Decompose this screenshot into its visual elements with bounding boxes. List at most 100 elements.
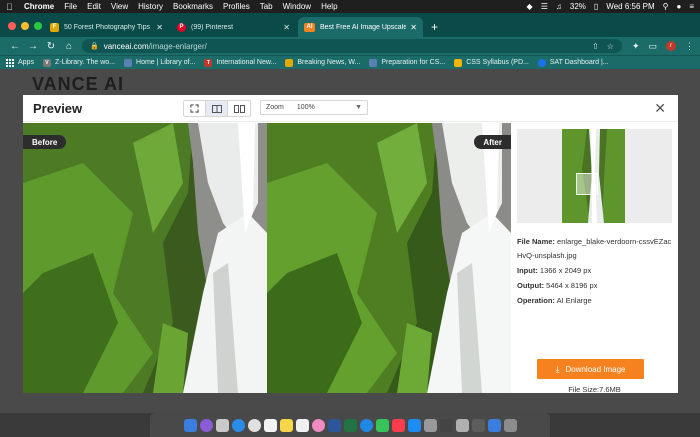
sidebar-icon[interactable]: ▭ (649, 41, 658, 52)
back-arrow-icon[interactable]: ← (6, 41, 24, 52)
system-preferences-icon[interactable] (423, 418, 437, 432)
siri-icon[interactable]: ● (676, 2, 681, 11)
waterfall-photo-after (267, 123, 511, 393)
bookmark-zlibrary[interactable]: V Z-Library. The wo... (42, 58, 115, 67)
more-menu-icon[interactable]: ⋮ (685, 41, 694, 52)
terminal-icon[interactable] (439, 418, 453, 432)
comparison-canvas[interactable]: Before After (23, 123, 511, 393)
clock[interactable]: Wed 6:56 PM (606, 2, 654, 11)
navigator-thumbnail[interactable] (562, 129, 625, 223)
viewport-selection-box[interactable] (576, 173, 598, 195)
app-store-icon[interactable] (407, 418, 421, 432)
tab-strip: F 50 Forest Photography Tips fo ✕ P (99)… (0, 13, 700, 37)
after-image (267, 123, 511, 393)
close-tab-icon[interactable]: ✕ (283, 23, 290, 32)
side-by-side-icon (233, 104, 245, 113)
home-icon[interactable]: ⌂ (60, 41, 78, 52)
volume-icon[interactable]: ♫ (556, 2, 562, 11)
bookmark-sat-dashboard[interactable]: SAT Dashboard |... (537, 58, 609, 67)
share-icon[interactable]: ⇧ (592, 42, 599, 51)
close-tab-icon[interactable]: ✕ (410, 23, 417, 32)
menu-history[interactable]: History (138, 2, 163, 11)
menu-tab[interactable]: Tab (260, 2, 273, 11)
chevron-down-icon: ▼ (355, 104, 362, 111)
profile-avatar[interactable]: r (666, 41, 677, 51)
menu-help[interactable]: Help (321, 2, 337, 11)
macos-menu-bar:  Chrome File Edit View History Bookmark… (0, 0, 700, 13)
site-logo: VANCE AI (32, 74, 125, 94)
menu-view[interactable]: View (111, 2, 128, 11)
bookmark-breaking-news[interactable]: Breaking News, W... (285, 58, 360, 67)
search-icon[interactable]: ⚲ (663, 2, 669, 11)
close-tab-icon[interactable]: ✕ (156, 23, 163, 32)
apps-grid-icon (6, 58, 14, 67)
side-by-side-view-button[interactable] (228, 101, 250, 116)
menu-window[interactable]: Window (283, 2, 311, 11)
tab-pinterest[interactable]: P (99) Pinterest ✕ (171, 17, 296, 37)
chrome-icon[interactable] (247, 418, 261, 432)
reminders-icon[interactable] (295, 418, 309, 432)
dropbox-icon[interactable]: ◆ (527, 2, 533, 11)
bookmark-international-news[interactable]: T International New... (204, 58, 276, 67)
view-mode-toggle (183, 100, 251, 117)
excel-icon[interactable] (343, 418, 357, 432)
bookmark-library[interactable]: Home | Library of... (124, 58, 195, 67)
address-bar[interactable]: 🔒 vanceai.com /image-enlarger/ ⇧ ☆ (82, 39, 622, 53)
word-icon[interactable] (327, 418, 341, 432)
macos-dock (150, 413, 550, 437)
siri-icon[interactable] (199, 418, 213, 432)
menu-profiles[interactable]: Profiles (223, 2, 250, 11)
control-center-icon[interactable]: ≡ (689, 2, 694, 11)
download-image-button[interactable]: ⤓ Download Image (537, 359, 644, 379)
screenshot-icon[interactable] (471, 418, 485, 432)
url-path: /image-enlarger/ (148, 41, 207, 51)
preview-icon[interactable] (455, 418, 469, 432)
photos-icon[interactable] (311, 418, 325, 432)
before-label: Before (23, 135, 67, 149)
bookmark-label: Preparation for CS... (381, 59, 446, 66)
extensions-puzzle-icon[interactable]: ✦ (632, 41, 640, 52)
close-modal-icon[interactable]: ✕ (654, 100, 666, 117)
lock-icon[interactable]: 🔒 (90, 42, 99, 50)
downloads-folder-icon[interactable] (487, 418, 501, 432)
zoom-label: Zoom (266, 104, 284, 111)
bookmark-label: CSS Syllabus (PD... (466, 59, 529, 66)
maximize-window-button[interactable] (34, 22, 42, 30)
z-library-icon: V (42, 58, 51, 67)
status-area: ◆ ☰ ♫ 32% ▯ Wed 6:56 PM ⚲ ● ≡ (527, 2, 694, 11)
fullscreen-view-button[interactable] (184, 101, 206, 116)
notes-icon[interactable] (279, 418, 293, 432)
safari-icon[interactable] (231, 418, 245, 432)
trash-icon[interactable] (503, 418, 517, 432)
apple-menu-icon[interactable]:  (6, 2, 16, 12)
finder-icon[interactable] (183, 418, 197, 432)
menu-app-name[interactable]: Chrome (24, 2, 54, 11)
battery-icon[interactable]: ▯ (594, 2, 598, 11)
menu-file[interactable]: File (64, 2, 77, 11)
bookmark-preparation-css[interactable]: Preparation for CS... (369, 58, 446, 67)
tab-forest-photography[interactable]: F 50 Forest Photography Tips fo ✕ (44, 17, 169, 37)
forward-arrow-icon[interactable]: → (24, 41, 42, 52)
tab-vanceai[interactable]: AI Best Free AI Image Upscaler | ✕ (298, 17, 423, 37)
doc-icon (369, 58, 378, 67)
before-image (23, 123, 267, 393)
close-window-button[interactable] (8, 22, 16, 30)
calendar-icon[interactable] (263, 418, 277, 432)
bookmark-apps[interactable]: Apps (6, 58, 34, 67)
menu-bookmarks[interactable]: Bookmarks (173, 2, 213, 11)
bookmark-css-syllabus[interactable]: CSS Syllabus (PD... (454, 58, 529, 67)
minimize-window-button[interactable] (21, 22, 29, 30)
new-tab-icon[interactable]: + (425, 17, 438, 37)
music-icon[interactable] (391, 418, 405, 432)
tab-label: 50 Forest Photography Tips fo (64, 23, 153, 31)
menu-edit[interactable]: Edit (87, 2, 101, 11)
wifi-icon[interactable]: ☰ (541, 2, 548, 11)
zoom-select[interactable]: Zoom 100% ▼ (260, 100, 368, 115)
file-details: File Name: enlarge_blake-verdoorn-cssvEZ… (517, 235, 672, 308)
split-view-button[interactable] (206, 101, 228, 116)
bookmark-star-icon[interactable]: ☆ (607, 42, 614, 51)
reload-icon[interactable]: ↻ (42, 41, 60, 52)
launchpad-icon[interactable] (215, 418, 229, 432)
messages-icon[interactable] (359, 418, 373, 432)
facetime-icon[interactable] (375, 418, 389, 432)
